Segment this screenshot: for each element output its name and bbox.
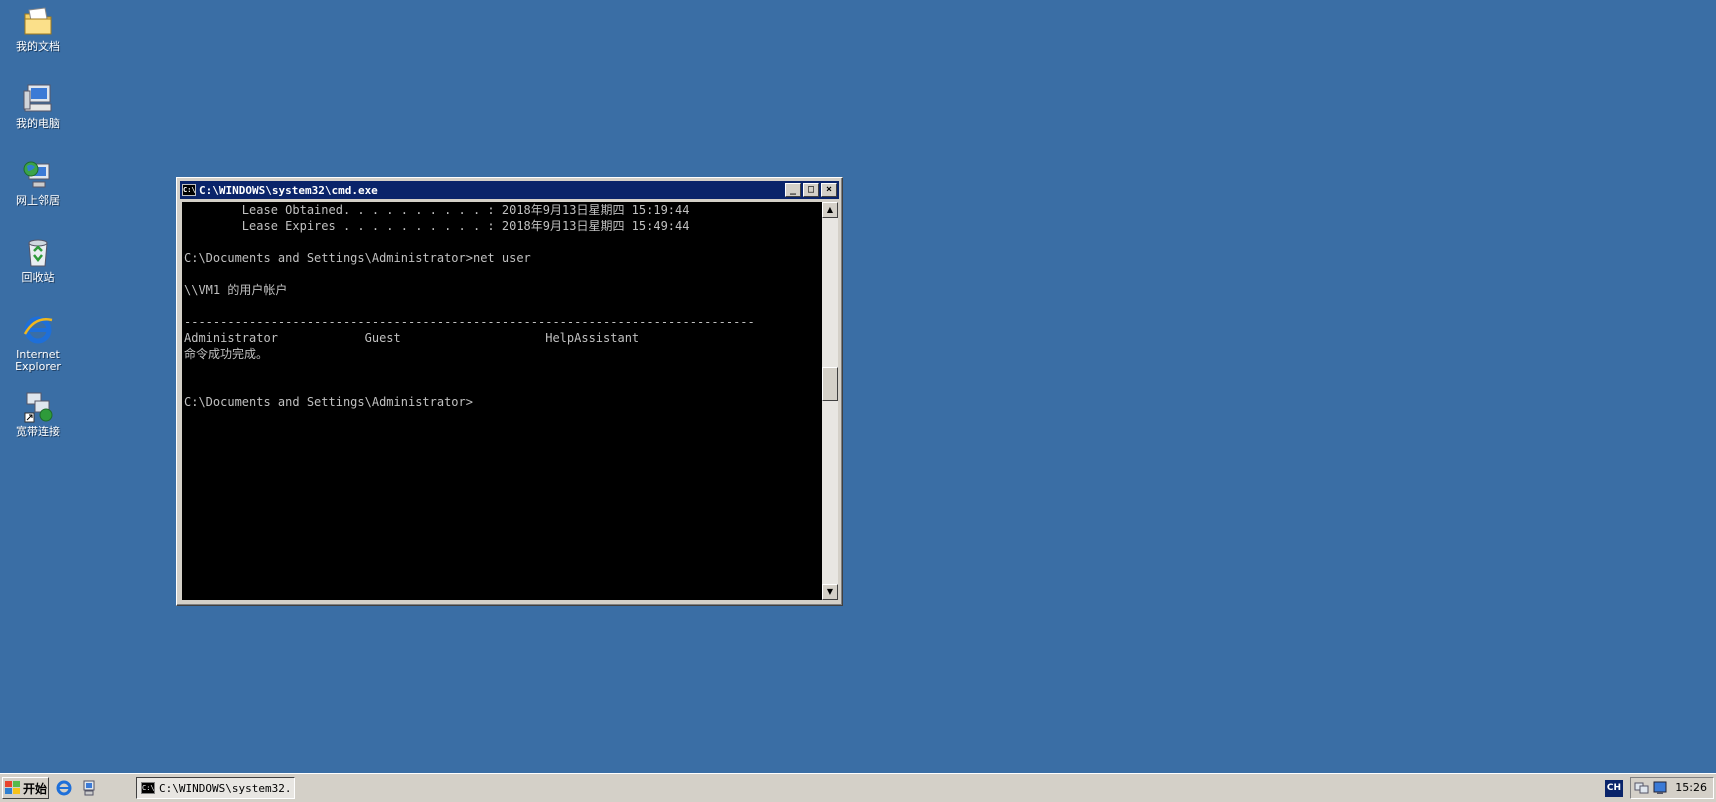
- my-documents-icon: [21, 4, 55, 38]
- desktop-icon-label: Internet Explorer: [15, 348, 61, 373]
- quicklaunch-desktop-icon[interactable]: [80, 779, 98, 797]
- console-line: ----------------------------------------…: [184, 315, 755, 329]
- clock[interactable]: 15:26: [1675, 781, 1707, 794]
- console-output[interactable]: Lease Obtained. . . . . . . . . . : 2018…: [182, 202, 822, 600]
- broadband-connection-icon: [21, 389, 55, 423]
- scroll-up-arrow-icon[interactable]: ▲: [822, 202, 838, 218]
- desktop-icon-my-computer[interactable]: 我的电脑: [0, 77, 76, 130]
- cmd-window[interactable]: C:\ C:\WINDOWS\system32\cmd.exe _ □ × Le…: [176, 177, 843, 606]
- console-line: Lease Expires . . . . . . . . . . : 2018…: [184, 219, 690, 233]
- windows-flag-icon: [5, 781, 21, 795]
- desktop-icon-label: 网上邻居: [16, 194, 60, 207]
- network-tray-icon[interactable]: [1634, 781, 1650, 795]
- connection-tray-icon[interactable]: [1652, 781, 1668, 795]
- scroll-thumb[interactable]: [822, 367, 838, 401]
- scroll-down-arrow-icon[interactable]: ▼: [822, 584, 838, 600]
- console-line: \\VM1 的用户帐户: [184, 283, 288, 297]
- console-line: 命令成功完成。: [184, 347, 269, 361]
- start-label: 开始: [23, 781, 48, 796]
- close-button[interactable]: ×: [821, 183, 837, 197]
- internet-explorer-icon: [21, 312, 55, 346]
- desktop-icon-broadband-connection[interactable]: 宽带连接: [0, 385, 76, 438]
- window-title: C:\WINDOWS\system32\cmd.exe: [199, 183, 378, 197]
- desktop-icon-label: 宽带连接: [16, 425, 60, 438]
- desktop-icon-label: 回收站: [21, 271, 55, 284]
- desktop-icon-label: 我的文档: [16, 40, 60, 53]
- my-computer-icon: [21, 81, 55, 115]
- desktop-icon-my-documents[interactable]: 我的文档: [0, 0, 76, 53]
- vertical-scrollbar[interactable]: ▲ ▼: [822, 202, 838, 600]
- console-line: C:\Documents and Settings\Administrator>…: [184, 251, 531, 265]
- system-tray: 15:26: [1630, 777, 1714, 799]
- language-indicator[interactable]: CH: [1605, 780, 1623, 797]
- taskbar-button-cmd[interactable]: C:\ C:\WINDOWS\system32...: [136, 777, 295, 799]
- minimize-button[interactable]: _: [785, 183, 801, 197]
- desktop-icon-network-places[interactable]: 网上邻居: [0, 154, 76, 207]
- desktop-icon-label: 我的电脑: [16, 117, 60, 130]
- console-line: Lease Obtained. . . . . . . . . . : 2018…: [184, 203, 690, 217]
- console-line: Administrator Guest HelpAssistant: [184, 331, 640, 345]
- network-places-icon: [21, 158, 55, 192]
- desktop-icon-recycle-bin[interactable]: 回收站: [0, 231, 76, 284]
- taskbar: 开始 C:\ C:\WINDOWS\system32... CH 15:26: [0, 773, 1716, 802]
- maximize-button[interactable]: □: [803, 183, 819, 197]
- quicklaunch-ie-icon[interactable]: [55, 779, 73, 797]
- cmd-icon: C:\: [141, 782, 155, 794]
- start-button[interactable]: 开始: [2, 777, 49, 799]
- window-titlebar[interactable]: C:\ C:\WINDOWS\system32\cmd.exe _ □ ×: [180, 181, 839, 199]
- console-line: C:\Documents and Settings\Administrator>: [184, 395, 473, 409]
- cmd-icon: C:\: [182, 184, 196, 196]
- recycle-bin-icon: [21, 235, 55, 269]
- desktop-icon-internet-explorer[interactable]: Internet Explorer: [0, 308, 76, 373]
- taskbar-button-label: C:\WINDOWS\system32...: [159, 781, 295, 795]
